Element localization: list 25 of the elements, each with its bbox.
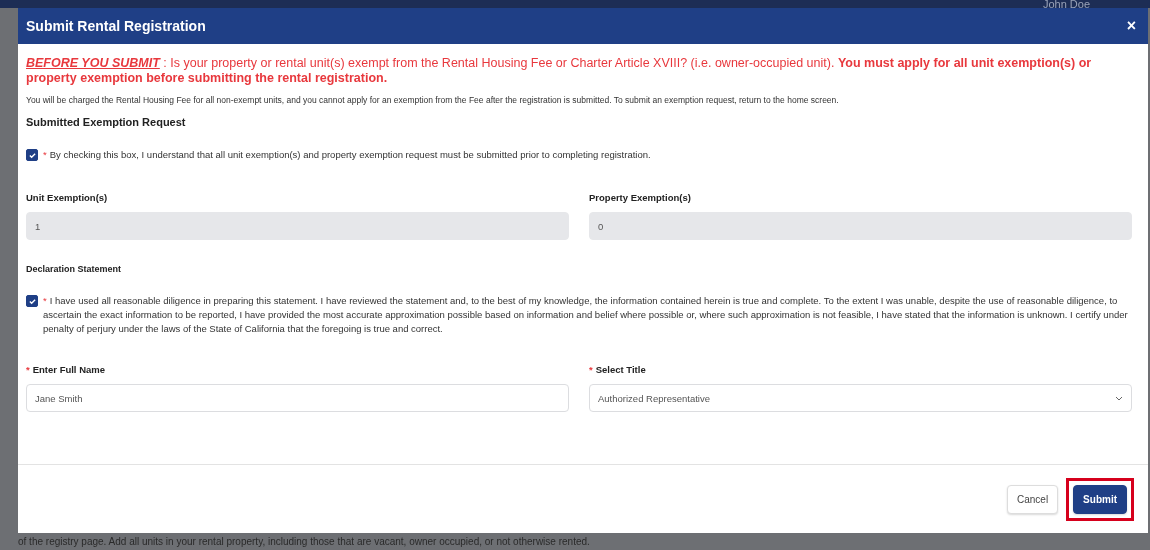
checkbox-label: * By checking this box, I understand that all unit exemption(s) and property exemption request must be submitted prior to completing registration. — [43, 148, 651, 162]
field-label: * Select Title — [589, 364, 647, 375]
checkbox[interactable] — [26, 295, 38, 307]
select-field[interactable]: Authorized Representative — [589, 384, 1132, 412]
user-name: John Doe — [1042, 0, 1090, 8]
chevron-down-icon — [1115, 395, 1123, 401]
page-text: of the registry page. Add all units in your rental property, including those that are vacant, owner occupied, or not otherwise rented. — [18, 536, 590, 547]
readonly-field: 1 — [26, 212, 569, 240]
field-label: * Enter Full Name — [26, 364, 107, 375]
checkmark-icon — [28, 297, 36, 305]
submit-button[interactable]: Submit — [1073, 484, 1127, 514]
checkbox-label: * I have used all reasonable diligence in preparing this statement. I have reviewed the statement and, to the best of my knowledge, the information contained herein is true and complete. To the extent I was unable, despite the use of reasonable diligence, to ascertain the exact information to be reported, I have provided the most accurate approximation possible based on information and belief where possible or, where such approximation is not feasible, I have stated that the information is unknown. I certify under penalty of perjury under the laws of the State of California that the foregoing is true and correct. — [43, 294, 1129, 336]
checkmark-icon — [28, 151, 36, 159]
readonly-field: 0 — [589, 212, 1132, 240]
cancel-button[interactable]: Cancel — [1006, 484, 1059, 514]
field-label: Unit Exemption(s) — [26, 192, 109, 203]
close-button[interactable]: × — [1124, 17, 1138, 35]
note-text: You will be charged the Rental Housing Fee for all non-exempt units, and you cannot apply for an exemption from the Fee after the registration is submitted. To submit an exemption request, return to the home screen. — [26, 95, 840, 105]
input-field[interactable]: Jane Smith — [26, 384, 569, 412]
section-heading: Declaration Statement — [26, 264, 123, 274]
section-heading: Submitted Exemption Request — [26, 116, 187, 128]
dialog-title: Submit Rental Registration — [26, 18, 206, 34]
checkbox[interactable] — [26, 149, 38, 161]
warning-text: BEFORE YOU SUBMIT : Is your property or rental unit(s) exempt from the Rental Housing Fee or Charter Article XVIII? (i.e. owner-occupied unit). You must apply for all unit exemption(s) or property exemption before submitting the rental registration. — [26, 56, 1093, 86]
field-label: Property Exemption(s) — [589, 192, 692, 203]
